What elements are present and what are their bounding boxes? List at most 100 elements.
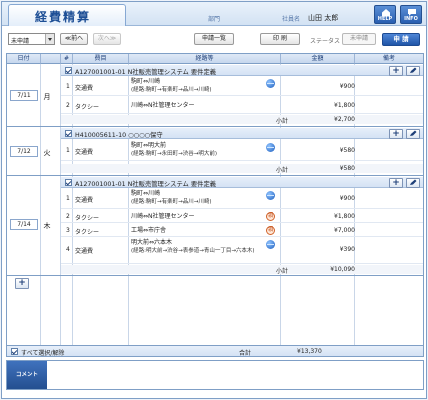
apply-button[interactable]: 申 請	[382, 33, 420, 46]
col-amount: 金額	[281, 54, 355, 64]
row-number: 3	[66, 227, 70, 234]
select-all-checkbox[interactable]	[11, 348, 18, 355]
title-tab: 経費精算	[8, 4, 126, 26]
row-number: 2	[66, 213, 70, 220]
add-row-button[interactable]: +	[389, 178, 403, 188]
day-block: 7/14 木 A127001001-01 N社販売管理システム 要件定義 + 1…	[7, 176, 423, 276]
add-day-button[interactable]: +	[15, 278, 29, 289]
expense-row[interactable]: 1 交通費 駒町⇔川崎 (経路:駒町→有楽町→品川→川崎) ¥900	[61, 189, 423, 209]
expense-row[interactable]: 4 交通費 明大前⇔六本木 (経路:明大前→渋谷→表参道→青山一丁目→六本木) ¥…	[61, 238, 423, 264]
day-of-week: 月	[43, 93, 51, 101]
toolbar: 未申請 ≪前へ 次へ≫ 申請一覧 印 刷 ステータス 未申請 申 請	[2, 28, 426, 50]
day-block: 7/11 月 A127001001-01 N社販売管理システム 要件定義 + 1…	[7, 64, 423, 127]
chevron-down-icon	[45, 34, 54, 44]
row-number: 4	[66, 246, 70, 253]
row-number: 2	[66, 102, 70, 109]
row-amount: ¥7,000	[334, 227, 355, 234]
project-header: A127001001-01 N社販売管理システム 要件定義 +	[61, 177, 423, 188]
date-field[interactable]: 7/11	[10, 90, 38, 101]
subtotal-row: 小計 ¥10,090	[61, 265, 423, 275]
edit-button[interactable]	[406, 178, 420, 188]
row-item: 交通費	[75, 248, 94, 255]
status-filter-select[interactable]: 未申請	[8, 33, 55, 45]
project-header: H410005611-10 ○○○○保守 +	[61, 128, 423, 139]
subtotal-row: 小計 ¥2,700	[61, 115, 423, 125]
date-field[interactable]: 7/14	[10, 219, 38, 230]
receipt-icon[interactable]: 領	[266, 212, 275, 221]
row-item: 交通費	[75, 197, 94, 204]
row-item: 交通費	[75, 85, 94, 92]
help-label: HELP	[377, 16, 393, 22]
row-route: 工場⇔市庁舎	[131, 227, 167, 234]
row-route-detail: (経路:明大前→渋谷→表参道→青山一丁目→六本木)	[131, 248, 255, 254]
row-item: タクシー	[75, 215, 100, 222]
globe-icon[interactable]	[266, 143, 275, 152]
expense-row[interactable]: 1 交通費 駒町⇔明大前 (経路:駒町→永田町→渋谷→明大前) ¥580	[61, 140, 423, 161]
edit-button[interactable]	[406, 66, 420, 76]
row-route: 駒町⇔明大前	[131, 142, 167, 149]
employee-label: 社員名	[282, 16, 301, 23]
status-filter-value: 未申請	[11, 38, 30, 45]
receipt-icon[interactable]: 領	[266, 226, 275, 235]
request-list-button[interactable]: 申請一覧	[194, 33, 234, 45]
globe-icon[interactable]	[266, 240, 275, 249]
app-header: 経費精算 部門 社員名 山田 太郎 HELP INFO	[2, 2, 426, 26]
expense-row[interactable]: 3 タクシー 工場⇔市庁舎 領 ¥7,000	[61, 224, 423, 237]
info-button[interactable]: INFO	[400, 5, 422, 24]
row-route: 川崎⇔N社管理センター	[131, 213, 195, 220]
subtotal-row: 小計 ¥580	[61, 164, 423, 174]
row-amount: ¥1,800	[334, 102, 355, 109]
row-number: 1	[66, 195, 70, 202]
subtotal-value: ¥2,700	[334, 116, 355, 123]
date-field[interactable]: 7/12	[10, 146, 38, 157]
grid-footer: すべて選択/解除 合計 ¥13,370	[6, 346, 424, 357]
row-route: 明大前⇔六本木	[131, 239, 173, 246]
select-all-label[interactable]: すべて選択/解除	[21, 348, 64, 357]
globe-icon[interactable]	[266, 191, 275, 200]
project-checkbox[interactable]	[65, 179, 72, 186]
col-no: #	[61, 54, 73, 64]
row-item: タクシー	[75, 229, 100, 236]
comment-label: コメント	[7, 361, 47, 389]
dept-label: 部門	[208, 16, 221, 23]
info-label: INFO	[404, 16, 418, 22]
globe-icon[interactable]	[266, 79, 275, 88]
add-row-button[interactable]: +	[389, 129, 403, 139]
expense-row[interactable]: 1 交通費 駒町⇔川崎 (経路:駒町→有楽町→品川→川崎) ¥900	[61, 77, 423, 96]
day-of-week: 木	[43, 222, 51, 230]
prev-button[interactable]: ≪前へ	[60, 33, 88, 45]
total-label: 合計	[239, 350, 252, 357]
status-label: ステータス	[310, 38, 341, 45]
print-button[interactable]: 印 刷	[260, 33, 300, 45]
project-checkbox[interactable]	[65, 67, 72, 74]
pencil-icon	[410, 130, 417, 136]
day-block: 7/12 火 H410005611-10 ○○○○保守 + 1 交通費 駒町⇔明…	[7, 127, 423, 176]
row-route: 駒町⇔川崎	[131, 190, 161, 197]
comment-area[interactable]: コメント	[6, 360, 424, 390]
expense-grid: 日付 # 費目 経路等 金額 備考 7/11 月 A127001001-01 N…	[6, 53, 424, 346]
row-amount: ¥900	[339, 195, 355, 202]
project-title: A127001001-01 N社販売管理システム 要件定義	[75, 69, 217, 76]
expense-window: 経費精算 部門 社員名 山田 太郎 HELP INFO 未申請 ≪前へ 次へ≫ …	[1, 1, 427, 399]
project-checkbox[interactable]	[65, 130, 72, 137]
employee-name: 山田 太郎	[308, 14, 339, 22]
subtotal-value: ¥10,090	[330, 266, 355, 273]
col-remarks: 備考	[355, 54, 423, 64]
expense-row[interactable]: 2 タクシー 川崎⇔N社管理センター 領 ¥1,800	[61, 210, 423, 223]
edit-button[interactable]	[406, 129, 420, 139]
subtotal-label: 小計	[275, 118, 288, 125]
status-badge: 未申請	[342, 33, 376, 45]
next-button[interactable]: 次へ≫	[93, 33, 121, 45]
col-route: 経路等	[129, 54, 281, 64]
help-button[interactable]: HELP	[374, 5, 396, 24]
subtotal-label: 小計	[275, 268, 288, 275]
add-row-button[interactable]: +	[389, 66, 403, 76]
row-amount: ¥1,800	[334, 213, 355, 220]
row-route: 駒町⇔川崎	[131, 78, 161, 85]
project-title: A127001001-01 N社販売管理システム 要件定義	[75, 181, 217, 188]
expense-row[interactable]: 2 タクシー 川崎⇔N社管理センター ¥1,800	[61, 97, 423, 114]
row-item: タクシー	[75, 104, 100, 111]
row-route-detail: (経路:駒町→永田町→渋谷→明大前)	[131, 151, 217, 157]
subtotal-label: 小計	[275, 167, 288, 174]
col-item: 費目	[73, 54, 129, 64]
